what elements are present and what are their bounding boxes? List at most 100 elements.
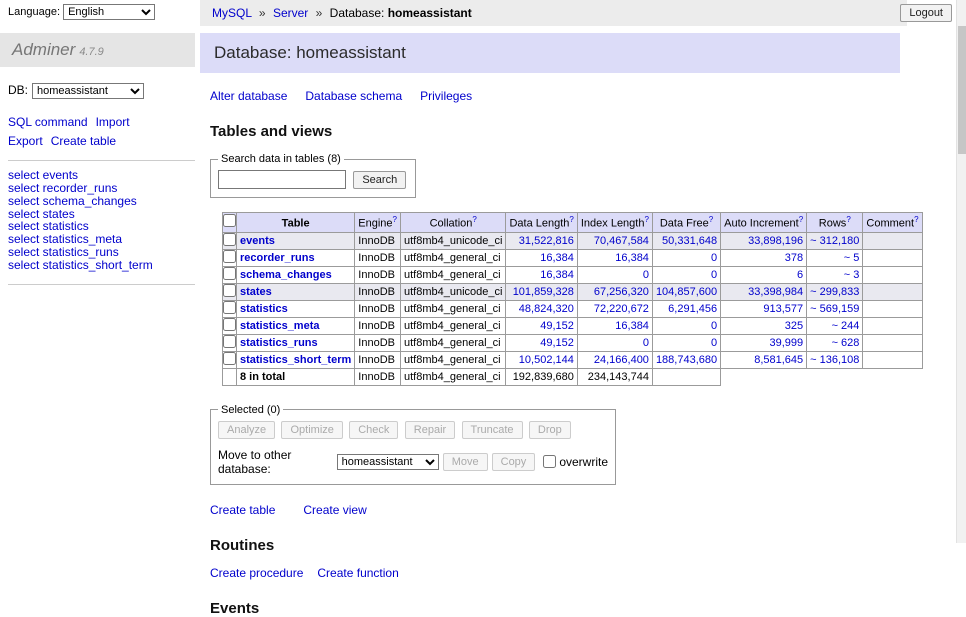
sidebar-item-select-statistics-short-term[interactable]: select statistics_short_term: [8, 258, 153, 272]
row-checkbox-states[interactable]: [223, 284, 236, 297]
data-free-link[interactable]: 6,291,456: [668, 303, 717, 315]
repair-button[interactable]: Repair: [405, 421, 455, 439]
row-checkbox-statistics-short-term[interactable]: [223, 352, 236, 365]
auto-increment-link[interactable]: 913,577: [763, 303, 803, 315]
search-input[interactable]: [218, 170, 346, 189]
rows-count-link[interactable]: ~ 569,159: [810, 303, 859, 315]
auto-increment-link[interactable]: 33,398,984: [748, 286, 803, 298]
help-icon[interactable]: ?: [644, 215, 648, 224]
scrollbar[interactable]: [956, 0, 966, 543]
overwrite-checkbox[interactable]: [543, 455, 556, 468]
auto-increment-link[interactable]: 39,999: [770, 337, 804, 349]
data-length-link[interactable]: 101,859,328: [513, 286, 574, 298]
help-icon[interactable]: ?: [393, 215, 397, 224]
help-icon[interactable]: ?: [709, 215, 713, 224]
table-link-recorder-runs[interactable]: recorder_runs: [240, 252, 315, 264]
select-all-checkbox[interactable]: [223, 214, 236, 227]
db-select[interactable]: homeassistant: [32, 83, 144, 99]
index-length-link[interactable]: 70,467,584: [594, 235, 649, 247]
table-row: statistics InnoDB utf8mb4_general_ci 48,…: [223, 300, 923, 317]
sidebar-link-sql-command[interactable]: SQL command: [8, 115, 88, 129]
data-length-link[interactable]: 16,384: [540, 252, 574, 264]
auto-increment-link[interactable]: 325: [785, 320, 803, 332]
search-button[interactable]: Search: [353, 171, 406, 189]
column-header-index-length: Index Length?: [577, 213, 652, 233]
create-procedure-link[interactable]: Create procedure: [210, 566, 303, 580]
row-checkbox-recorder-runs[interactable]: [223, 250, 236, 263]
column-header-engine: Engine?: [355, 213, 401, 233]
logout-button[interactable]: Logout: [900, 4, 952, 22]
rows-count-link[interactable]: ~ 244: [832, 320, 860, 332]
rows-count-link[interactable]: ~ 3: [844, 269, 860, 281]
data-free-link[interactable]: 0: [711, 320, 717, 332]
index-length-link[interactable]: 0: [643, 269, 649, 281]
drop-button[interactable]: Drop: [529, 421, 571, 439]
help-icon[interactable]: ?: [799, 215, 803, 224]
copy-button[interactable]: Copy: [492, 453, 536, 471]
row-checkbox-statistics-meta[interactable]: [223, 318, 236, 331]
help-icon[interactable]: ?: [846, 215, 850, 224]
data-free-link[interactable]: 0: [711, 269, 717, 281]
sidebar-link-import[interactable]: Import: [96, 115, 130, 129]
check-button[interactable]: Check: [349, 421, 398, 439]
data-length-link[interactable]: 10,502,144: [519, 354, 574, 366]
scrollbar-thumb[interactable]: [958, 26, 966, 154]
index-length-link[interactable]: 0: [643, 337, 649, 349]
rows-count-link[interactable]: ~ 312,180: [810, 235, 859, 247]
table-link-statistics-meta[interactable]: statistics_meta: [240, 320, 320, 332]
rows-count-link[interactable]: ~ 5: [844, 252, 860, 264]
table-link-statistics-short-term[interactable]: statistics_short_term: [240, 354, 351, 366]
sidebar-link-create-table[interactable]: Create table: [51, 134, 116, 148]
sidebar-link-export[interactable]: Export: [8, 134, 43, 148]
truncate-button[interactable]: Truncate: [462, 421, 523, 439]
table-link-statistics-runs[interactable]: statistics_runs: [240, 337, 318, 349]
auto-increment-link[interactable]: 378: [785, 252, 803, 264]
help-icon[interactable]: ?: [472, 215, 476, 224]
index-length-link[interactable]: 16,384: [615, 320, 649, 332]
table-link-schema-changes[interactable]: schema_changes: [240, 269, 332, 281]
create-table-link[interactable]: Create table: [210, 503, 275, 517]
row-checkbox-schema-changes[interactable]: [223, 267, 236, 280]
breadcrumb-link-mysql[interactable]: MySQL: [212, 6, 252, 20]
row-checkbox-events[interactable]: [223, 233, 236, 246]
help-icon[interactable]: ?: [914, 215, 918, 224]
data-length-link[interactable]: 31,522,816: [519, 235, 574, 247]
language-select[interactable]: English: [63, 4, 155, 20]
move-button[interactable]: Move: [443, 453, 488, 471]
breadcrumb-link-server[interactable]: Server: [273, 6, 308, 20]
data-length-link[interactable]: 49,152: [540, 337, 574, 349]
row-checkbox-statistics[interactable]: [223, 301, 236, 314]
data-length-link[interactable]: 16,384: [540, 269, 574, 281]
alter-database-link[interactable]: Alter database: [210, 89, 287, 103]
column-header-auto-increment: Auto Increment?: [721, 213, 807, 233]
help-icon[interactable]: ?: [569, 215, 573, 224]
auto-increment-link[interactable]: 8,581,645: [754, 354, 803, 366]
index-length-link[interactable]: 16,384: [615, 252, 649, 264]
rows-count-link[interactable]: ~ 136,108: [810, 354, 859, 366]
optimize-button[interactable]: Optimize: [281, 421, 342, 439]
analyze-button[interactable]: Analyze: [218, 421, 275, 439]
index-length-link[interactable]: 72,220,672: [594, 303, 649, 315]
data-length-link[interactable]: 48,824,320: [519, 303, 574, 315]
table-link-statistics[interactable]: statistics: [240, 303, 288, 315]
create-function-link[interactable]: Create function: [317, 566, 398, 580]
index-length-link[interactable]: 24,166,400: [594, 354, 649, 366]
data-free-link[interactable]: 0: [711, 252, 717, 264]
database-schema-link[interactable]: Database schema: [305, 89, 402, 103]
rows-count-link[interactable]: ~ 628: [832, 337, 860, 349]
data-length-link[interactable]: 49,152: [540, 320, 574, 332]
auto-increment-link[interactable]: 33,898,196: [748, 235, 803, 247]
rows-count-link[interactable]: ~ 299,833: [810, 286, 859, 298]
index-length-link[interactable]: 67,256,320: [594, 286, 649, 298]
move-database-select[interactable]: homeassistant: [337, 454, 439, 470]
create-view-link[interactable]: Create view: [303, 503, 366, 517]
table-link-events[interactable]: events: [240, 235, 275, 247]
privileges-link[interactable]: Privileges: [420, 89, 472, 103]
data-free-link[interactable]: 0: [711, 337, 717, 349]
table-link-states[interactable]: states: [240, 286, 272, 298]
data-free-link[interactable]: 188,743,680: [656, 354, 717, 366]
auto-increment-link[interactable]: 6: [797, 269, 803, 281]
row-checkbox-statistics-runs[interactable]: [223, 335, 236, 348]
data-free-link[interactable]: 104,857,600: [656, 286, 717, 298]
data-free-link[interactable]: 50,331,648: [662, 235, 717, 247]
